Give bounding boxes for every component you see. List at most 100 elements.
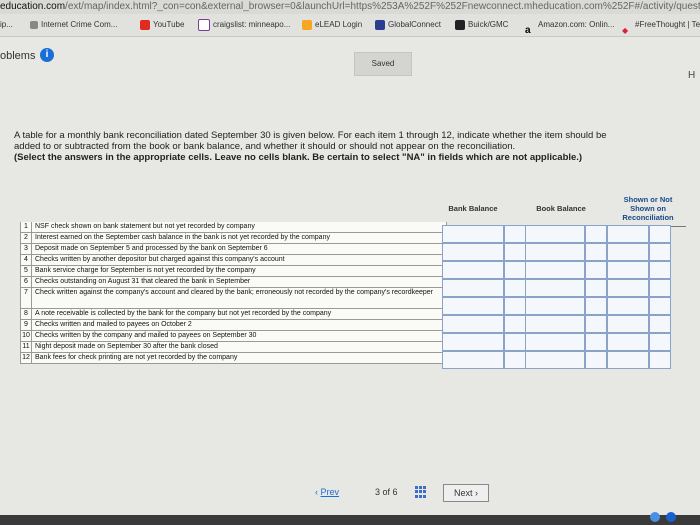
question-instruction: (Select the answers in the appropriate c…	[14, 152, 583, 163]
shown-extra-select[interactable]	[649, 333, 671, 351]
info-icon[interactable]: i	[40, 48, 54, 62]
bank-amount-select[interactable]	[504, 333, 526, 351]
bank-balance-select[interactable]	[442, 351, 504, 369]
help-tab[interactable]: H	[688, 70, 695, 81]
bank-balance-select[interactable]	[442, 279, 504, 297]
book-amount-select[interactable]	[585, 279, 607, 297]
shown-extra-select[interactable]	[649, 225, 671, 243]
header-bank-balance: Bank Balance	[448, 203, 498, 213]
book-balance-select[interactable]	[525, 279, 585, 297]
prev-label: Prev	[320, 487, 340, 497]
bank-balance-select[interactable]	[442, 225, 504, 243]
tray-icon[interactable]	[650, 512, 660, 522]
bank-balance-select[interactable]	[442, 297, 504, 315]
row-description: Checks written and mailed to payees on O…	[35, 321, 192, 328]
book-balance-select[interactable]	[525, 297, 585, 315]
row-number: 6	[21, 277, 32, 287]
shown-select[interactable]	[607, 297, 649, 315]
youtube-icon	[140, 20, 150, 30]
table-row: 5 Bank service charge for September is n…	[20, 266, 447, 277]
book-balance-select[interactable]	[525, 243, 585, 261]
bank-balance-select[interactable]	[442, 243, 504, 261]
table-row: 9 Checks written and mailed to payees on…	[20, 320, 447, 331]
bank-balance-select[interactable]	[442, 333, 504, 351]
prev-button[interactable]: ‹ Prev	[315, 487, 339, 497]
bookmark-youtube[interactable]: YouTube	[140, 14, 184, 36]
next-button[interactable]: Next ›	[443, 484, 489, 502]
grid-icon[interactable]	[415, 486, 427, 498]
table-row: 7 Check written against the company's ac…	[20, 288, 447, 309]
bookmark-craigslist[interactable]: craigslist: minneapo...	[198, 14, 290, 36]
bank-amount-select[interactable]	[504, 225, 526, 243]
shown-extra-select[interactable]	[649, 297, 671, 315]
row-number: 7	[21, 288, 32, 308]
book-balance-select[interactable]	[525, 315, 585, 333]
book-amount-select[interactable]	[585, 243, 607, 261]
row-number: 5	[21, 266, 32, 276]
row-description: Deposit made on September 5 and processe…	[35, 245, 268, 252]
row-description: Checks written by the company and mailed…	[35, 332, 257, 339]
shown-select[interactable]	[607, 225, 649, 243]
bank-balance-select[interactable]	[442, 315, 504, 333]
shown-select[interactable]	[607, 261, 649, 279]
bookmark-label: YouTube	[153, 20, 185, 29]
shown-extra-select[interactable]	[649, 315, 671, 333]
bookmarks-bar: ip... Internet Crime Com... YouTube crai…	[0, 14, 700, 37]
problems-label[interactable]: oblems	[0, 50, 35, 62]
bank-amount-select[interactable]	[504, 297, 526, 315]
bookmark-label: GlobalConnect	[388, 20, 441, 29]
shown-select[interactable]	[607, 279, 649, 297]
book-amount-select[interactable]	[585, 315, 607, 333]
bank-amount-select[interactable]	[504, 351, 526, 369]
book-balance-select[interactable]	[525, 351, 585, 369]
bookmark-buick-gmc[interactable]: Buick/GMC	[455, 14, 508, 36]
bookmark-amazon[interactable]: a Amazon.com: Onlin...	[525, 14, 614, 36]
bookmark-ip[interactable]: ip...	[0, 14, 13, 36]
bookmark-elead[interactable]: eLEAD Login	[302, 14, 362, 36]
book-amount-select[interactable]	[585, 225, 607, 243]
ic3-icon	[30, 21, 38, 29]
row-description: Bank fees for check printing are not yet…	[35, 354, 238, 361]
table-row: 1 NSF check shown on bank statement but …	[20, 222, 447, 233]
book-amount-select[interactable]	[585, 333, 607, 351]
shown-select[interactable]	[607, 315, 649, 333]
book-balance-select[interactable]	[525, 225, 585, 243]
row-description: Check written against the company's acco…	[35, 289, 434, 296]
bookmark-freethought[interactable]: ◆ #FreeThought | Tee	[622, 14, 700, 36]
table-row: 10 Checks written by the company and mai…	[20, 331, 447, 342]
shown-select[interactable]	[607, 351, 649, 369]
row-description: Bank service charge for September is not…	[35, 267, 256, 274]
row-description: NSF check shown on bank statement but no…	[35, 223, 255, 230]
amazon-icon: a	[525, 25, 531, 36]
bookmark-label: eLEAD Login	[315, 20, 363, 29]
table-row: 2 Interest earned on the September cash …	[20, 233, 447, 244]
row-description: Night deposit made on September 30 after…	[35, 343, 218, 350]
shown-extra-select[interactable]	[649, 351, 671, 369]
shown-extra-select[interactable]	[649, 243, 671, 261]
book-amount-select[interactable]	[585, 351, 607, 369]
bank-balance-select[interactable]	[442, 261, 504, 279]
bank-amount-select[interactable]	[504, 279, 526, 297]
tray-icon[interactable]	[666, 512, 676, 522]
bookmark-globalconnect[interactable]: GlobalConnect	[375, 14, 441, 36]
book-balance-select[interactable]	[525, 333, 585, 351]
table-row: 11 Night deposit made on September 30 af…	[20, 342, 447, 353]
shown-extra-select[interactable]	[649, 261, 671, 279]
bookmark-label: ip...	[0, 20, 13, 29]
bank-amount-select[interactable]	[504, 315, 526, 333]
bank-amount-select[interactable]	[504, 243, 526, 261]
bookmark-internet-crime[interactable]: Internet Crime Com...	[30, 14, 117, 36]
table-row: 6 Checks outstanding on August 31 that c…	[20, 277, 447, 288]
row-number: 1	[21, 222, 32, 232]
book-amount-select[interactable]	[585, 261, 607, 279]
bookmark-label: #FreeThought | Tee	[635, 20, 700, 29]
row-number: 8	[21, 309, 32, 319]
address-bar[interactable]: education.com/ext/map/index.html?_con=co…	[0, 0, 700, 14]
shown-select[interactable]	[607, 333, 649, 351]
shown-select[interactable]	[607, 243, 649, 261]
bank-amount-select[interactable]	[504, 261, 526, 279]
question-prompt: A table for a monthly bank reconciliatio…	[14, 130, 634, 163]
book-amount-select[interactable]	[585, 297, 607, 315]
shown-extra-select[interactable]	[649, 279, 671, 297]
book-balance-select[interactable]	[525, 261, 585, 279]
